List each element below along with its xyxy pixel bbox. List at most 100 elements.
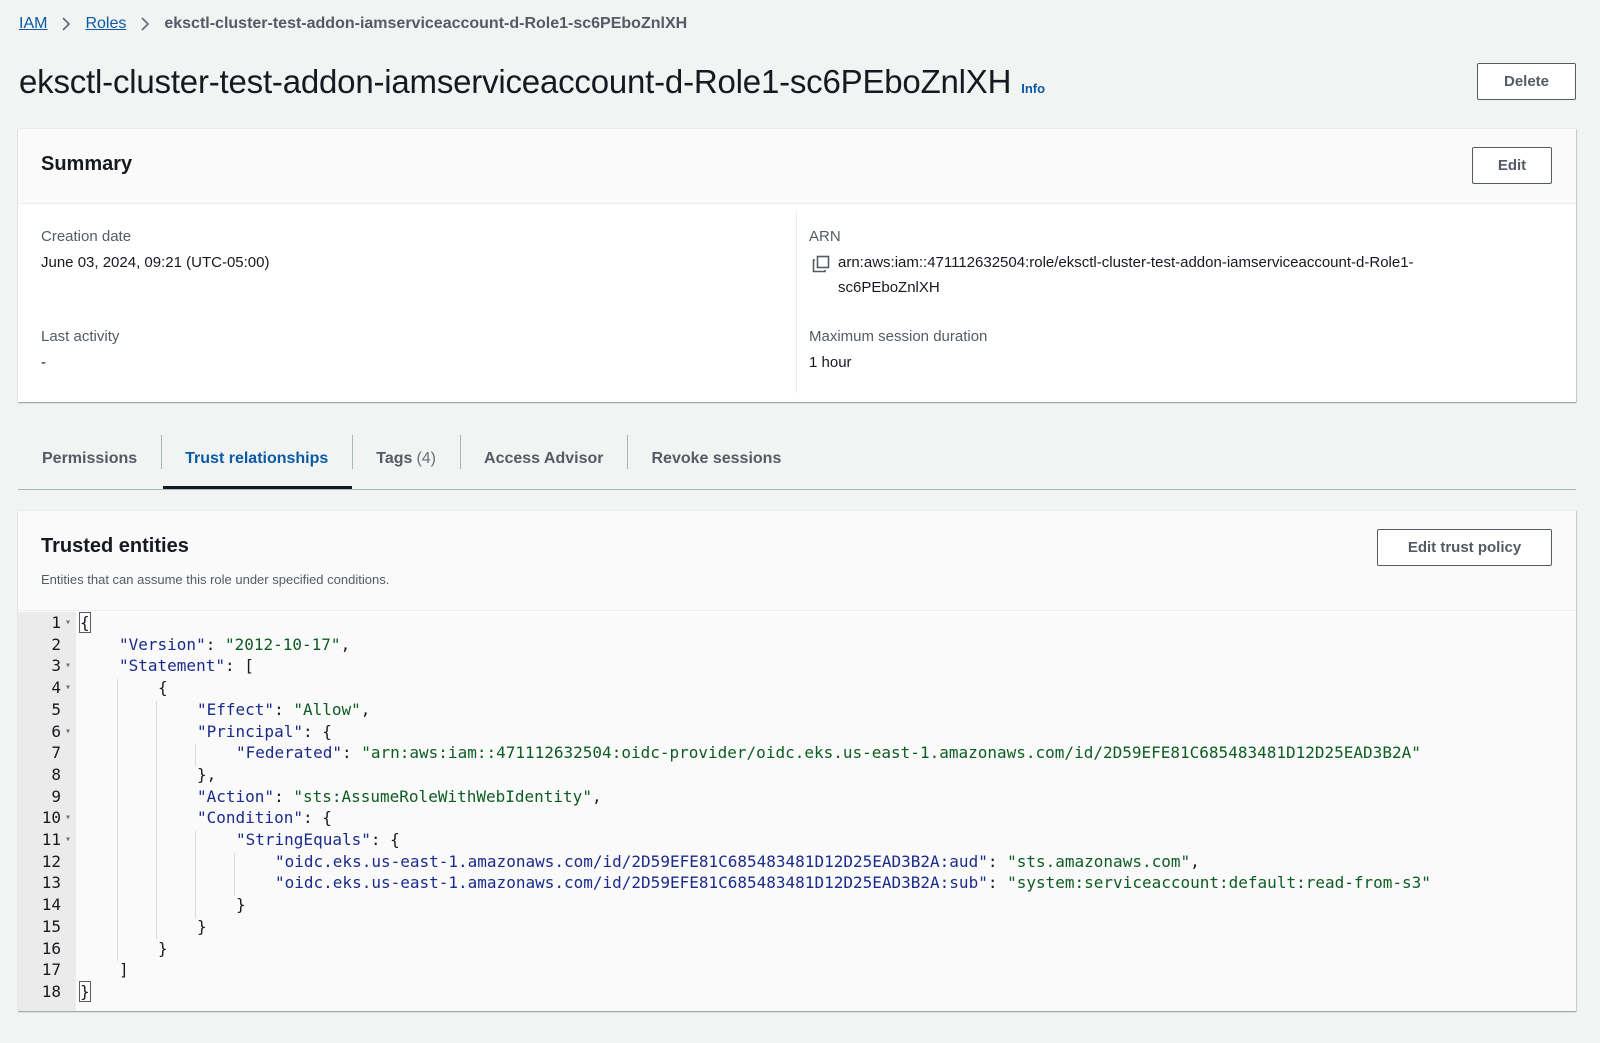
delete-button[interactable]: Delete xyxy=(1477,63,1576,100)
json-string: "2012-10-17" xyxy=(224,634,341,654)
code-text: }, xyxy=(197,764,216,786)
breadcrumb-link-roles[interactable]: Roles xyxy=(85,15,126,33)
trusted-entities-panel: Trusted entities Entities that can assum… xyxy=(18,510,1576,1011)
json-key: "oidc.eks.us-east-1.amazonaws.com/id/2D5… xyxy=(275,851,988,871)
json-punctuation: : xyxy=(987,851,1008,871)
copy-icon[interactable] xyxy=(812,255,830,273)
code-text: "oidc.eks.us-east-1.amazonaws.com/id/2D5… xyxy=(275,851,1200,873)
tab-tags[interactable]: Tags (4) xyxy=(352,433,460,485)
json-punctuation: } xyxy=(197,916,207,936)
json-key: "Statement" xyxy=(119,656,225,676)
json-string: "system:serviceaccount:default:read-from… xyxy=(1007,873,1431,893)
line-number: 9 xyxy=(51,786,61,806)
breadcrumb-current: eksctl-cluster-test-addon-iamserviceacco… xyxy=(164,15,688,32)
code-line: 18} xyxy=(18,980,1576,1003)
code-text: } xyxy=(197,916,207,938)
indent-guide xyxy=(156,700,157,940)
code-line: 10 ▾ "Condition": { xyxy=(18,807,1576,829)
breadcrumb-link-iam[interactable]: IAM xyxy=(19,15,47,33)
summary-panel: Summary Edit Creation date June 03, 2024… xyxy=(18,128,1576,402)
info-link[interactable]: Info xyxy=(1021,81,1045,96)
json-string: "Allow" xyxy=(293,699,361,719)
breadcrumb: IAM Roles eksctl-cluster-test-addon-iams… xyxy=(19,13,687,35)
json-string: "sts.amazonaws.com" xyxy=(1007,851,1191,871)
json-punctuation: } xyxy=(236,895,246,915)
tab-access-advisor[interactable]: Access Advisor xyxy=(460,433,627,485)
indent-guide xyxy=(195,831,196,918)
json-punctuation: , xyxy=(591,786,602,806)
indent-guide xyxy=(117,679,118,962)
fold-toggle-icon[interactable]: ▾ xyxy=(65,807,71,829)
line-number: 10 xyxy=(41,808,61,828)
json-punctuation: }, xyxy=(197,764,217,784)
summary-title: Summary xyxy=(41,153,133,175)
code-text: { xyxy=(158,677,168,699)
json-punctuation: : xyxy=(274,786,294,806)
json-key: "Effect" xyxy=(197,699,275,719)
json-punctuation: , xyxy=(360,699,371,719)
indent-guide xyxy=(234,852,235,897)
code-line: 12 "oidc.eks.us-east-1.amazonaws.com/id/2… xyxy=(18,851,1576,873)
code-text: "Action": "sts:AssumeRoleWithWebIdentity… xyxy=(197,786,602,808)
fold-toggle-icon[interactable]: ▾ xyxy=(65,612,71,634)
json-key: "Federated" xyxy=(236,743,342,763)
code-line: 1 ▾ { xyxy=(18,612,1576,634)
line-number: 11 xyxy=(41,830,61,849)
code-text: "Principal": { xyxy=(197,721,332,743)
code-line: 11 ▾ "StringEquals": { xyxy=(18,829,1576,851)
json-punctuation: } xyxy=(158,938,168,958)
tab-trust-relationships[interactable]: Trust relationships xyxy=(161,433,353,489)
code-line: 3 ▾ "Statement": [ xyxy=(18,655,1576,677)
line-number: 8 xyxy=(51,764,61,784)
code-line: 2 "Version": "2012-10-17", xyxy=(18,634,1576,656)
json-punctuation: } xyxy=(79,980,91,1002)
fold-toggle-icon[interactable]: ▾ xyxy=(65,655,71,677)
tab-count: (4) xyxy=(416,450,437,467)
tab-revoke-sessions[interactable]: Revoke sessions xyxy=(627,433,805,485)
code-text: "Effect": "Allow", xyxy=(197,699,370,721)
fold-toggle-icon[interactable]: ▾ xyxy=(65,677,71,699)
arn-value: arn:aws:iam::471112632504:role/eksctl-cl… xyxy=(838,250,1414,300)
tab-permissions[interactable]: Permissions xyxy=(18,433,161,485)
json-key: "oidc.eks.us-east-1.amazonaws.com/id/2D5… xyxy=(275,873,988,893)
summary-header: Summary Edit xyxy=(18,129,1576,204)
fold-toggle-icon[interactable]: ▾ xyxy=(65,721,71,743)
line-number: 3 xyxy=(51,656,61,676)
json-punctuation: : [ xyxy=(224,656,254,676)
line-number: 16 xyxy=(41,938,61,958)
trust-policy-editor[interactable]: 1 ▾{2 "Version": "2012-10-17", 3 ▾ "Statement… xyxy=(18,612,1576,1011)
chevron-right-icon xyxy=(61,17,71,31)
tab-bar: Permissions Trust relationships Tags (4) … xyxy=(18,435,1576,490)
code-line: 13 "oidc.eks.us-east-1.amazonaws.com/id/2… xyxy=(18,872,1576,894)
line-number: 5 xyxy=(51,699,61,719)
json-key: "Principal" xyxy=(197,721,303,741)
code-text: "StringEquals": { xyxy=(236,829,400,851)
json-punctuation: { xyxy=(158,678,168,698)
json-punctuation: : xyxy=(274,699,294,719)
tab-label: Access Advisor xyxy=(484,450,604,467)
line-number: 1 xyxy=(51,613,61,632)
code-text: { xyxy=(79,612,91,634)
json-key: "Version" xyxy=(119,634,206,654)
code-text: "Federated": "arn:aws:iam::471112632504:… xyxy=(236,742,1421,764)
code-text: ] xyxy=(119,959,129,981)
creation-date-value: June 03, 2024, 09:21 (UTC-05:00) xyxy=(41,254,270,271)
code-line: 16} xyxy=(18,938,1576,960)
json-punctuation: : xyxy=(987,873,1008,893)
code-line: 17] xyxy=(18,959,1576,981)
fold-toggle-icon[interactable]: ▾ xyxy=(65,829,71,851)
code-line: 5 "Effect": "Allow", xyxy=(18,699,1576,721)
tab-label: Trust relationships xyxy=(185,450,329,467)
page-title: eksctl-cluster-test-addon-iamserviceacco… xyxy=(19,63,1012,100)
creation-date-label: Creation date xyxy=(41,228,132,245)
json-key: "Action" xyxy=(197,786,275,806)
code-line: 4 ▾ { xyxy=(18,677,1576,699)
edit-button[interactable]: Edit xyxy=(1472,147,1552,184)
trusted-entities-title: Trusted entities xyxy=(41,535,189,557)
edit-trust-policy-button[interactable]: Edit trust policy xyxy=(1377,529,1552,566)
trusted-entities-description: Entities that can assume this role under… xyxy=(41,572,390,587)
code-text: "oidc.eks.us-east-1.amazonaws.com/id/2D5… xyxy=(275,872,1431,894)
line-number: 6 xyxy=(51,721,61,741)
code-text: } xyxy=(79,980,91,1003)
max-session-value: 1 hour xyxy=(809,354,852,371)
